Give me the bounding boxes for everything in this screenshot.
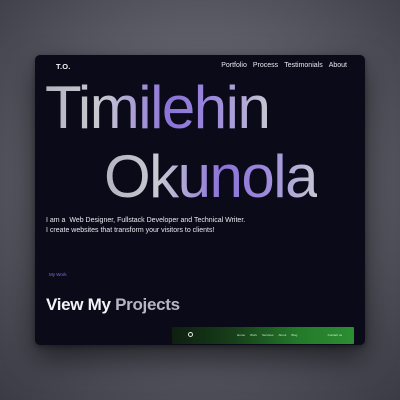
thumbnail-menu-item: Work — [250, 333, 257, 337]
nav-menu: Portfolio Process Testimonials About — [221, 62, 347, 69]
nav-item-process[interactable]: Process — [253, 62, 278, 69]
nav-item-testimonials[interactable]: Testimonials — [284, 62, 323, 69]
thumbnail-menu-item: Blog — [291, 333, 298, 337]
intro-line-1: I am a Web Designer, Fullstack Developer… — [46, 217, 246, 224]
my-work-link[interactable]: My Work — [49, 272, 67, 277]
intro-line-2: I create websites that transform your vi… — [46, 227, 215, 234]
nav-item-portfolio[interactable]: Portfolio — [221, 62, 247, 69]
hero-last-name: Okunola — [104, 143, 318, 210]
thumbnail-cta: Contact us — [327, 333, 342, 337]
thumbnail-menu: Home Work Services About Blog — [237, 333, 297, 337]
site-logo[interactable]: T.O. — [56, 62, 71, 71]
hero-first-name: Timilehin — [45, 74, 271, 141]
hero-intro: I am a Web Designer, Fullstack Developer… — [46, 216, 245, 236]
projects-heading-part-2: Projects — [115, 295, 180, 314]
thumbnail-logo-icon — [188, 332, 193, 337]
nav-item-about[interactable]: About — [329, 62, 347, 69]
thumbnail-menu-item: Home — [237, 333, 246, 337]
thumbnail-menu-item: Services — [261, 333, 274, 337]
projects-heading: View My Projects — [46, 295, 180, 315]
portfolio-window: T.O. Portfolio Process Testimonials Abou… — [35, 55, 365, 345]
projects-heading-part-1: View My — [46, 295, 111, 314]
thumbnail-menu-item: About — [278, 333, 287, 337]
project-thumbnail[interactable]: Home Work Services About Blog Contact us — [172, 327, 354, 344]
